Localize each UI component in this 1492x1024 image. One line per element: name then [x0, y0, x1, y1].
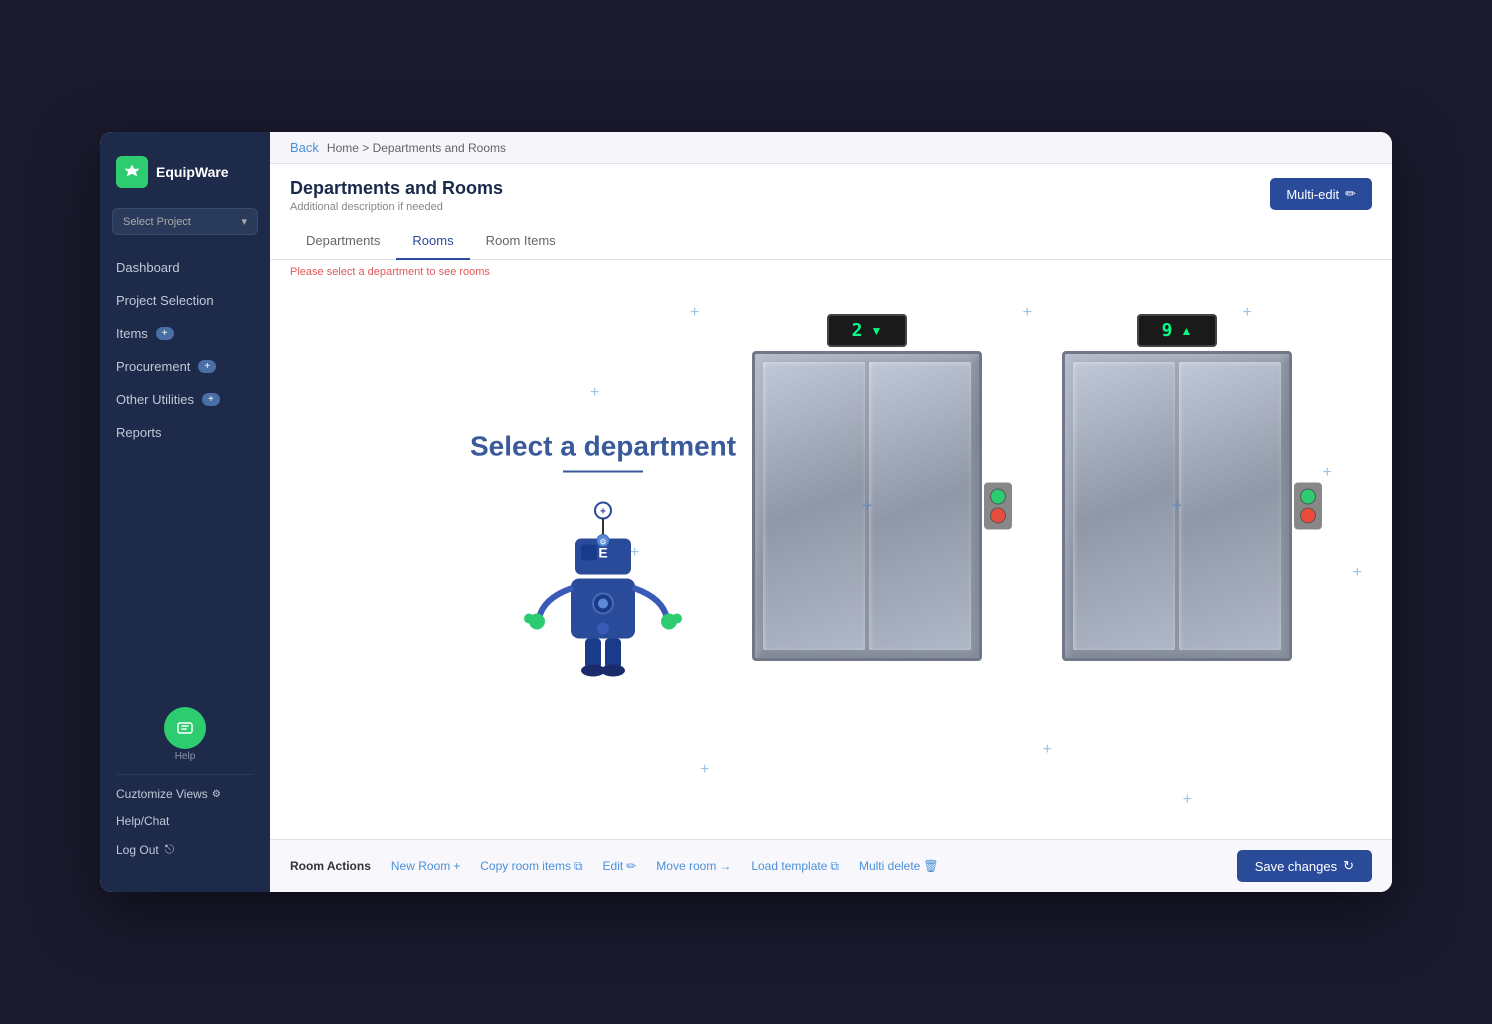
sidebar-item-other-utilities[interactable]: Other Utilities + [100, 383, 270, 416]
tabs-bar: Departments Rooms Room Items [270, 223, 1392, 260]
elevator-2: 9 ▲ [1062, 314, 1292, 661]
select-dept-title: Select a department [470, 430, 736, 462]
sidebar-item-project-selection[interactable]: Project Selection [100, 284, 270, 317]
plus-sign-12: + [1323, 464, 1332, 482]
project-select-dropdown[interactable]: Select Project ▾ [112, 208, 258, 235]
multi-delete-button[interactable]: Multi delete 🗑 [851, 855, 947, 877]
tab-room-items[interactable]: Room Items [470, 223, 572, 260]
elevator-2-display: 9 ▲ [1137, 314, 1217, 347]
elevator-2-door-left [1073, 362, 1175, 650]
app-name: EquipWare [156, 164, 229, 180]
room-actions-label: Room Actions [290, 859, 371, 873]
elevator-1-btn-up [990, 489, 1006, 505]
top-bar: Back Home > Departments and Rooms [270, 132, 1392, 164]
plus-sign-1: + [690, 304, 699, 322]
help-chat-button[interactable]: Help/Chat [100, 807, 270, 835]
elevator-2-car: + [1062, 351, 1292, 661]
customize-views-button[interactable]: Cuztomize Views ⚙ [100, 781, 270, 807]
edit-button[interactable]: Edit ✏ [595, 855, 645, 877]
page-header: Departments and Rooms Additional descrip… [270, 164, 1392, 213]
sidebar-item-items[interactable]: Items + [100, 317, 270, 350]
back-button[interactable]: Back [290, 140, 319, 155]
sidebar-divider [116, 774, 254, 775]
log-out-button[interactable]: Log Out ⎋ [100, 835, 270, 864]
elevator-2-door-right [1179, 362, 1281, 650]
logo: EquipWare [100, 148, 270, 208]
select-dept-line [563, 470, 643, 472]
tab-departments[interactable]: Departments [290, 223, 396, 260]
robot-illustration: + E ⚙ [470, 488, 736, 693]
plus-sign-11: + [1183, 791, 1192, 809]
plus-sign-5: + [630, 544, 639, 562]
tab-rooms[interactable]: Rooms [396, 223, 469, 260]
copy-room-items-button[interactable]: Copy room items ⧉ [472, 855, 590, 878]
sidebar-bottom: Help Cuztomize Views ⚙ Help/Chat Log Out… [100, 695, 270, 876]
page-title-group: Departments and Rooms Additional descrip… [290, 178, 503, 213]
elevators-container: 2 ▼ [752, 314, 1292, 661]
elevator-1-display: 2 ▼ [827, 314, 907, 347]
help-circle-icon[interactable] [164, 707, 206, 749]
new-room-button[interactable]: New Room + [383, 855, 468, 877]
elevator-1: 2 ▼ [752, 314, 982, 661]
elevator-2-btn-up [1300, 489, 1316, 505]
page-subtitle: Additional description if needed [290, 201, 503, 213]
elevator-1-door-right [869, 362, 971, 650]
elevator-1-center-plus: + [862, 496, 873, 517]
elevator-1-btn-down [990, 508, 1006, 524]
sidebar-item-dashboard[interactable]: Dashboard [100, 251, 270, 284]
select-department-message: Select a department + E [470, 430, 736, 693]
svg-text:⚙: ⚙ [599, 537, 606, 546]
elevator-2-controls [1294, 483, 1322, 530]
room-actions-left: Room Actions New Room + Copy room items … [290, 855, 947, 878]
save-changes-button[interactable]: Save changes ↻ [1237, 850, 1372, 882]
sidebar-item-procurement[interactable]: Procurement + [100, 350, 270, 383]
elevator-1-arrow: ▼ [870, 324, 882, 338]
room-actions-bar: Room Actions New Room + Copy room items … [270, 839, 1392, 892]
elevator-1-door-left [763, 362, 865, 650]
help-button[interactable]: Help [116, 707, 254, 762]
elevator-2-number: 9 [1162, 320, 1173, 341]
logo-icon [116, 156, 148, 188]
elevator-2-btn-down [1300, 508, 1316, 524]
canvas-area: Select a department + E [270, 284, 1392, 839]
elevator-2-center-plus: + [1172, 496, 1183, 517]
svg-text:+: + [600, 506, 606, 517]
plus-sign-10: + [1043, 741, 1052, 759]
sidebar-item-reports[interactable]: Reports [100, 416, 270, 449]
elevator-1-car: + [752, 351, 982, 661]
load-template-button[interactable]: Load template ⧉ [743, 855, 847, 878]
breadcrumb: Home > Departments and Rooms [327, 141, 506, 155]
page-title: Departments and Rooms [290, 178, 503, 199]
elevator-1-number: 2 [852, 320, 863, 341]
multi-edit-button[interactable]: Multi-edit ✏ [1270, 178, 1372, 210]
elevator-2-arrow: ▲ [1180, 324, 1192, 338]
move-room-button[interactable]: Move room → [648, 855, 739, 877]
tab-notice: Please select a department to see rooms [270, 260, 1392, 284]
plus-sign-13: + [1353, 564, 1362, 582]
elevator-1-controls [984, 483, 1012, 530]
plus-sign-4: + [590, 384, 599, 402]
main-content: Back Home > Departments and Rooms Depart… [270, 132, 1392, 892]
plus-sign-6: + [700, 761, 709, 779]
sidebar: EquipWare Select Project ▾ Dashboard Pro… [100, 132, 270, 892]
